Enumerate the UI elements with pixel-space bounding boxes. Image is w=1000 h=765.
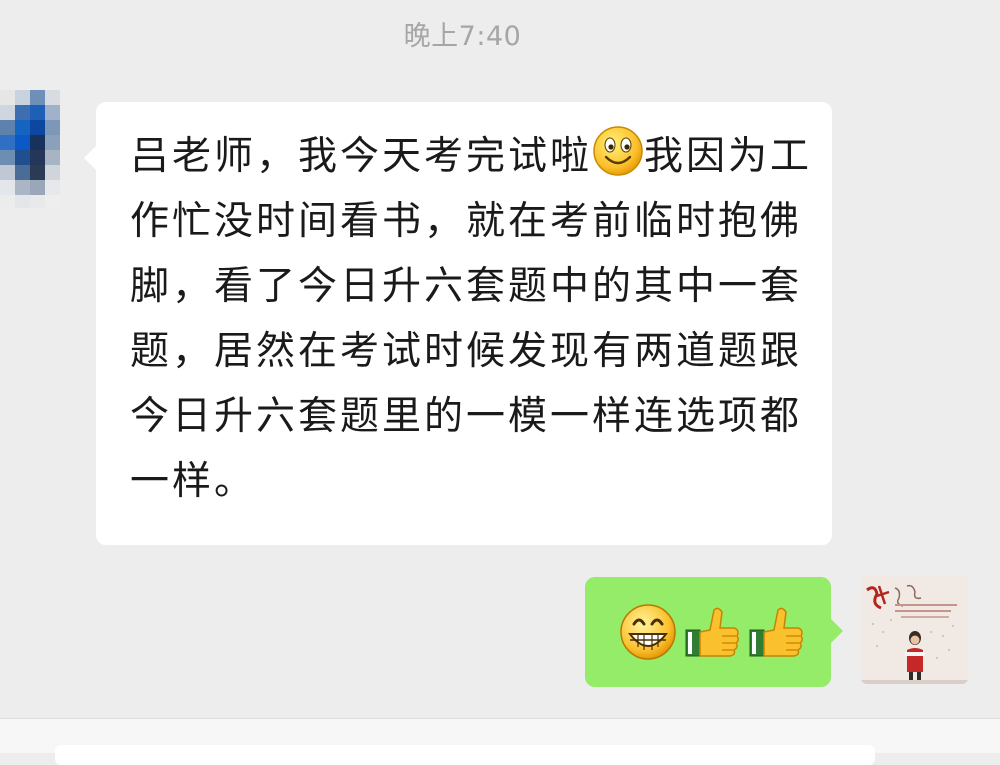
avatar-mosaic-tile [45, 135, 60, 150]
avatar-mosaic-tile [15, 150, 30, 165]
thumbs-up-emoji-icon [749, 607, 804, 657]
avatar-mosaic-tile [15, 90, 30, 105]
message-text-part-2: 我因为工作忙没时间看书，就在考前临时抱佛脚，看了今日升六套题中的其中一套题，居然… [130, 134, 813, 504]
avatar-mosaic-tile [45, 180, 60, 195]
incoming-message-text: 吕老师，我今天考完试啦 我因为工作忙没时间看书，就在考前临时抱佛脚，看了今日升六… [130, 124, 820, 514]
incoming-message-bubble[interactable]: 吕老师，我今天考完试啦 我因为工作忙没时间看书，就在考前临时抱佛脚，看了今日升六… [84, 102, 832, 545]
avatar-mosaic-tile [30, 90, 45, 105]
avatar-mosaic-tile [0, 195, 15, 208]
avatar-mosaic-tile [45, 90, 60, 105]
avatar-mosaic-tile [0, 150, 15, 165]
avatar-mosaic-tile [30, 165, 45, 180]
avatar-photo-icon [861, 576, 968, 684]
avatar-mosaic-tile [30, 135, 45, 150]
avatar-mosaic-tile [15, 105, 30, 120]
avatar-mosaic-tile [0, 105, 15, 120]
message-text-part-1: 吕老师，我今天考完试啦 [130, 134, 593, 179]
user-avatar[interactable] [861, 576, 968, 684]
avatar-mosaic-tile [0, 180, 15, 195]
avatar-mosaic-tile [45, 150, 60, 165]
chat-input-bar [0, 718, 1000, 765]
avatar-mosaic-tile [0, 165, 15, 180]
avatar-mosaic-tile [0, 135, 15, 150]
avatar-mosaic-tile [30, 195, 45, 208]
avatar-mosaic-tile [30, 105, 45, 120]
avatar-mosaic-tile [0, 90, 15, 105]
avatar-mosaic-tile [15, 120, 30, 135]
avatar-mosaic-tile [45, 120, 60, 135]
avatar-mosaic-tile [0, 120, 15, 135]
avatar-mosaic-tile [45, 105, 60, 120]
avatar-mosaic-tile [30, 120, 45, 135]
message-input[interactable] [55, 745, 875, 765]
avatar-mosaic-tile [30, 150, 45, 165]
thumbs-up-emoji-icon [685, 607, 740, 657]
timestamp: 晚上7:40 [403, 21, 522, 52]
smile-emoji-icon [593, 126, 643, 176]
avatar-mosaic-tile [45, 165, 60, 180]
contact-avatar[interactable] [0, 90, 60, 208]
avatar-mosaic-tile [45, 195, 60, 208]
avatar-mosaic-tile [30, 180, 45, 195]
avatar-mosaic-tile [15, 165, 30, 180]
outgoing-message-bubble[interactable] [585, 577, 843, 687]
avatar-mosaic-tile [15, 180, 30, 195]
avatar-mosaic-tile [15, 195, 30, 208]
avatar-mosaic-tile [15, 135, 30, 150]
grin-emoji-icon [620, 604, 676, 660]
